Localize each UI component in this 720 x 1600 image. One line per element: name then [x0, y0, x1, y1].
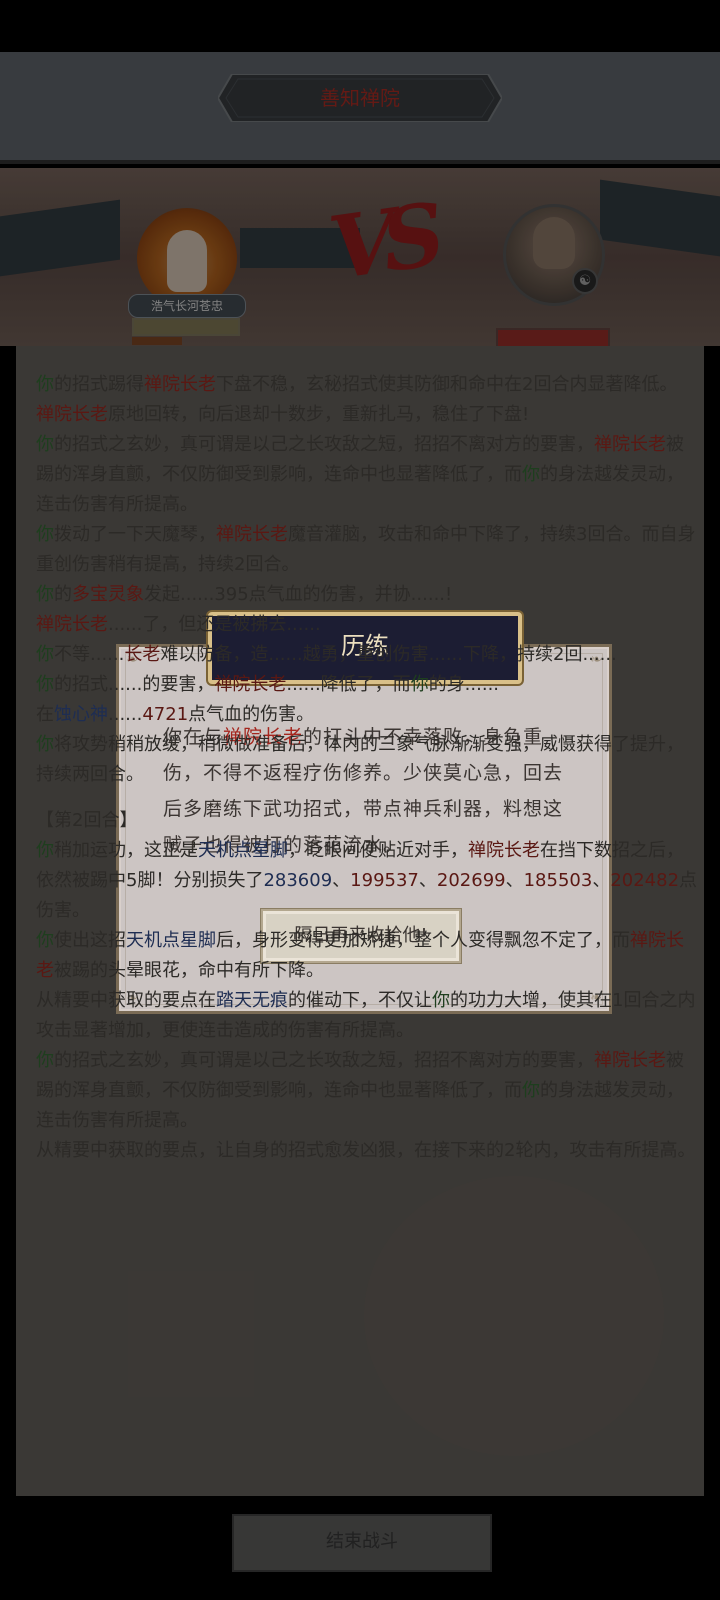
log-segment: 禅院长老: [216, 524, 288, 545]
log-entry: 禅院长老原地回转，向后退却十数步，重新扎马，稳住了下盘!: [36, 400, 698, 430]
log-segment: 的招式......的要害，: [54, 674, 215, 695]
log-entry: 你不等......长老难以防备，造......越勇，重创伤害......下降，持…: [36, 640, 698, 670]
log-segment: 禅院长老: [214, 674, 287, 695]
log-segment: 的: [54, 584, 72, 605]
log-entry: 你的招式之玄妙，真可谓是以己之长攻敌之短，招招不离对方的要害，禅院长老被踢的浑身…: [36, 1046, 698, 1136]
log-segment: 原地回转，向后退却十数步，重新扎马，稳住了下盘!: [108, 404, 530, 425]
log-segment: 你: [522, 1080, 540, 1101]
log-segment: 不等......: [54, 644, 125, 665]
log-segment: 你: [36, 434, 54, 455]
log-segment: 4721: [142, 704, 189, 725]
log-segment: ......了，但还是被拂去......: [108, 614, 321, 635]
log-segment: 的招式之玄妙，真可谓是以己之长攻敌之短，招招不离对方的要害，: [54, 1050, 594, 1071]
log-segment: 多宝灵象: [72, 584, 144, 605]
log-segment: 禅院长老: [36, 404, 108, 425]
log-segment: 禅院长老: [36, 614, 108, 635]
log-entry: 从精要中获取的要点在踏天无痕的催动下，不仅让你的功力大增，使其在1回合之内攻击显…: [36, 986, 698, 1046]
log-segment: 从精要中获取的要点，让自身的招式愈发凶狠，在接下来的2轮内，攻击有所提高。: [36, 1140, 696, 1161]
log-segment: 185503: [523, 870, 593, 891]
log-entry: 从精要中获取的要点，让自身的招式愈发凶狠，在接下来的2轮内，攻击有所提高。: [36, 1136, 698, 1166]
log-segment: 点气血的伤害。: [188, 704, 315, 725]
log-entry: 禅院长老......了，但还是被拂去......: [36, 610, 698, 640]
log-entry: 在蚀心神......4721点气血的伤害。: [36, 700, 698, 730]
log-segment: 、: [505, 870, 524, 891]
log-entry: 你将攻势稍稍放缓，稍微做准备后，体内的三象气脉渐渐变强，威慑获得了提升，持续两回…: [36, 730, 698, 790]
log-entry: 你的招式踢得禅院长老下盘不稳，玄秘招式使其防御和命中在2回合内显著降低。: [36, 370, 698, 400]
log-segment: 你: [36, 524, 54, 545]
log-segment: 禅院长老: [594, 434, 666, 455]
log-segment: 将攻势稍稍放缓，稍微做准备后，体内的三象气脉渐渐变强，威慑获得了提升，持续两回合…: [36, 734, 684, 785]
log-segment: 你: [522, 464, 540, 485]
log-segment: 、: [332, 870, 351, 891]
log-segment: ......降低了，而: [286, 674, 411, 695]
log-segment: 、: [592, 870, 611, 891]
log-segment: 283609: [263, 870, 333, 891]
log-segment: ，眨眼间便贴近对手，: [288, 840, 468, 861]
log-segment: 你: [36, 584, 54, 605]
log-segment: 、: [418, 870, 437, 891]
log-segment: 你: [36, 374, 54, 395]
log-segment: 踏天无痕: [216, 990, 288, 1011]
log-segment: 禅院长老: [594, 1050, 666, 1071]
log-segment: 你: [36, 930, 54, 951]
log-segment: 下盘不稳，玄秘招式使其防御和命中在2回合内显著降低。: [216, 374, 678, 395]
log-segment: 你: [36, 674, 54, 695]
log-entry: 你的招式之玄妙，真可谓是以己之长攻敌之短，招招不离对方的要害，禅院长老被踢的浑身…: [36, 430, 698, 520]
log-segment: ......: [108, 704, 143, 725]
log-entry: 你拨动了一下天魔琴，禅院长老魔音灌脑，攻击和命中下降了，持续3回合。而自身重创伤…: [36, 520, 698, 580]
log-entry: 你稍加运功，这正是天机点星脚，眨眼间便贴近对手，禅院长老在挡下数招之后，依然被踢…: [36, 836, 698, 926]
log-segment: 199537: [350, 870, 419, 891]
log-segment: 蚀心神: [54, 704, 108, 725]
log-segment: 天机点星脚: [126, 930, 216, 951]
log-segment: 的招式踢得: [54, 374, 144, 395]
log-segment: 【第2回合】: [36, 810, 138, 831]
log-segment: 禅院长老: [468, 840, 540, 861]
log-segment: 202699: [436, 870, 506, 891]
log-segment: 在: [36, 704, 54, 725]
log-segment: 拨动了一下天魔琴，: [54, 524, 216, 545]
log-segment: 的身......: [428, 674, 500, 695]
log-entry: 你使出这招天机点星脚后，身形变得更加矫捷，整个人变得飘忽不定了，而禅院长老被踢的…: [36, 926, 698, 986]
log-segment: 你: [36, 644, 54, 665]
log-segment: 202482: [610, 870, 680, 891]
log-segment: 后，身形变得更加矫捷，整个人变得飘忽不定了，而: [216, 930, 630, 951]
log-segment: 你: [36, 734, 54, 755]
log-segment: 你: [36, 1050, 54, 1071]
log-segment: 稍加运功，这正是: [54, 840, 198, 861]
log-segment: 使出这招: [54, 930, 126, 951]
log-segment: 的招式之玄妙，真可谓是以己之长攻敌之短，招招不离对方的要害，: [54, 434, 594, 455]
log-segment: 被踢的头晕眼花，命中有所下降。: [54, 960, 324, 981]
log-segment: 天机点星脚: [198, 840, 288, 861]
log-segment: 你: [410, 674, 429, 695]
log-segment: 从精要中获取的要点在: [36, 990, 216, 1011]
log-entry: 【第2回合】: [36, 806, 698, 836]
log-segment: 的催动下，不仅让: [288, 990, 432, 1011]
log-segment: 禅院长老: [144, 374, 216, 395]
battle-log: 你的招式踢得禅院长老下盘不稳，玄秘招式使其防御和命中在2回合内显著降低。 禅院长老…: [36, 370, 698, 1166]
log-segment: 你: [36, 840, 54, 861]
log-segment: 你: [432, 990, 450, 1011]
log-segment: 难以防备，造......越勇，重创伤害......下降，持续2回......: [160, 644, 617, 665]
log-segment: 发起......395点气血的伤害，并协......!: [144, 584, 453, 605]
log-entry: 你的招式......的要害，禅院长老......降低了，而你的身......: [36, 670, 698, 700]
log-entry: 你的多宝灵象发起......395点气血的伤害，并协......!: [36, 580, 698, 610]
log-segment: 长老: [124, 644, 161, 665]
